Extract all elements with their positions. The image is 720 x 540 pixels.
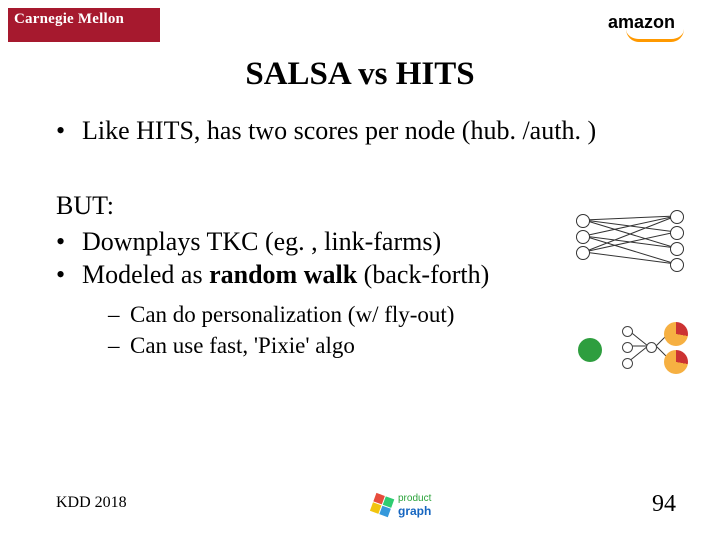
auth-node-icon — [664, 322, 688, 346]
amazon-logo: amazon — [608, 12, 684, 42]
graph-node — [622, 358, 633, 369]
graph-node — [670, 242, 684, 256]
page-number: 94 — [652, 491, 676, 518]
graph-node — [576, 230, 590, 244]
cmu-logo: Carnegie Mellon — [8, 8, 160, 42]
amazon-logo-text: amazon — [608, 12, 675, 32]
header: Carnegie Mellon amazon — [0, 8, 720, 46]
graph-node — [670, 258, 684, 272]
graph-node — [576, 246, 590, 260]
graph-node — [670, 210, 684, 224]
graph-node — [646, 342, 657, 353]
product-graph-text-bottom: graph — [398, 505, 431, 518]
mid-bullet-2-pre: Modeled as — [82, 260, 209, 289]
mid-bullet-2-post: (back-forth) — [357, 260, 489, 289]
product-graph-logo: product graph — [372, 494, 462, 522]
auth-node-icon — [664, 350, 688, 374]
mid-bullet-2-bold: random walk — [209, 260, 357, 289]
cmu-logo-text: Carnegie Mellon — [14, 11, 124, 27]
graph-node — [622, 326, 633, 337]
mid-bullet-1-text: Downplays TKC (eg. , link-farms) — [82, 227, 441, 256]
product-graph-text-top: product — [398, 493, 431, 504]
slide-title: SALSA vs HITS — [0, 56, 720, 93]
product-graph-cube-icon — [369, 493, 397, 521]
footer-venue: KDD 2018 — [56, 494, 127, 512]
graph-node — [576, 214, 590, 228]
link-farm-icon — [570, 320, 690, 380]
product-graph-text: product graph — [398, 494, 431, 517]
top-bullet-list: Like HITS, has two scores per node (hub.… — [56, 114, 680, 147]
hub-node-icon — [578, 338, 602, 362]
bipartite-graph-icon — [570, 210, 690, 280]
graph-node — [622, 342, 633, 353]
graph-node — [670, 226, 684, 240]
top-bullet: Like HITS, has two scores per node (hub.… — [56, 114, 680, 147]
